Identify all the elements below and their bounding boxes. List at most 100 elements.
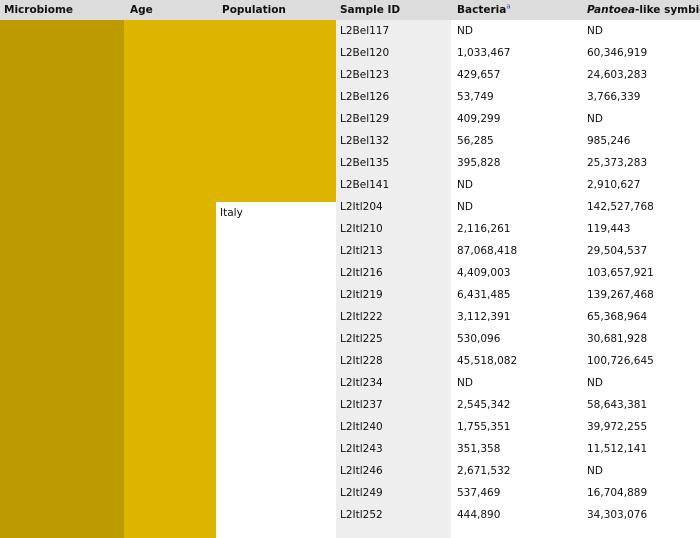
cell-pantoea-symbiont: 100,726,645 (587, 355, 654, 367)
header-age: Age (130, 4, 153, 16)
cell-sample-id: L2Bel123 (340, 69, 390, 81)
header-pantoea: Pantoea-like symbiontb (587, 0, 700, 20)
cell-bacteria: 2,671,532 (457, 465, 511, 477)
cell-bacteria: 6,431,485 (457, 289, 511, 301)
cell-bacteria: 1,033,467 (457, 47, 511, 59)
table-row: L2Itl225 530,096 30,681,928 (0, 328, 700, 350)
cell-bacteria: ND (457, 201, 473, 213)
cell-sample-id: L2Itl252 (340, 509, 383, 521)
cell-bacteria: 2,545,342 (457, 399, 511, 411)
cell-pantoea-symbiont: 103,657,921 (587, 267, 654, 279)
cell-pantoea-symbiont: 29,504,537 (587, 245, 648, 257)
cell-sample-id: L2Itl216 (340, 267, 383, 279)
cell-pantoea-symbiont: 139,267,468 (587, 289, 654, 301)
cell-pantoea-symbiont: 65,368,964 (587, 311, 648, 323)
cell-pantoea-symbiont: ND (587, 377, 603, 389)
table-row: L2Itl210 2,116,261 119,443 (0, 218, 700, 240)
cell-bacteria: 1,755,351 (457, 421, 511, 433)
cell-sample-id: L2Itl243 (340, 443, 383, 455)
cell-pantoea-symbiont: 142,527,768 (587, 201, 654, 213)
cell-sample-id: L2Itl246 (340, 465, 383, 477)
cell-pantoea-symbiont: 25,373,283 (587, 157, 648, 169)
header-pantoea-suffix: -like symbiont (635, 4, 700, 16)
cell-sample-id: L2Bel132 (340, 135, 390, 147)
table-row: L2Bel141 ND 2,910,627 (0, 174, 700, 196)
cell-sample-id: L2Itl237 (340, 399, 383, 411)
cell-pantoea-symbiont: 34,303,076 (587, 509, 648, 521)
cell-pantoea-symbiont: ND (587, 113, 603, 125)
cell-bacteria: 444,890 (457, 509, 501, 521)
cell-bacteria: 53,749 (457, 91, 494, 103)
cell-pantoea-symbiont: 30,681,928 (587, 333, 648, 345)
cell-bacteria: ND (457, 377, 473, 389)
table-row: L2Itl249 537,469 16,704,889 (0, 482, 700, 504)
table-row: L2Bel117 ND ND (0, 20, 700, 42)
cell-pantoea-symbiont: 39,972,255 (587, 421, 648, 433)
cell-pantoea-symbiont: 985,246 (587, 135, 631, 147)
table-row: L2Bel120 1,033,467 60,346,919 (0, 42, 700, 64)
cell-pantoea-symbiont: 24,603,283 (587, 69, 648, 81)
cell-pantoea-symbiont: 119,443 (587, 223, 631, 235)
cell-bacteria: 530,096 (457, 333, 501, 345)
table-row: L2Itl237 2,545,342 58,643,381 (0, 394, 700, 416)
cell-bacteria: ND (457, 25, 473, 37)
header-sample-id: Sample ID (340, 4, 401, 16)
cell-bacteria: 4,409,003 (457, 267, 511, 279)
cell-pantoea-symbiont: 16,704,889 (587, 487, 648, 499)
cell-bacteria: 429,657 (457, 69, 501, 81)
table-row: L2Bel132 56,285 985,246 (0, 130, 700, 152)
cell-sample-id: L2Bel135 (340, 157, 390, 169)
cell-sample-id: L2Bel117 (340, 25, 390, 37)
table-row: L2Itl246 2,671,532 ND (0, 460, 700, 482)
cell-bacteria: 395,828 (457, 157, 501, 169)
table-row: L2Itl216 4,409,003 103,657,921 (0, 262, 700, 284)
header-bacteria: Bacteriaa (457, 0, 511, 20)
cell-bacteria: 409,299 (457, 113, 501, 125)
cell-pantoea-symbiont: 2,910,627 (587, 179, 641, 191)
table-row: L2Bel123 429,657 24,603,283 (0, 64, 700, 86)
cell-bacteria: 56,285 (457, 135, 494, 147)
cell-sample-id: L2Bel120 (340, 47, 390, 59)
table-row: L2Itl219 6,431,485 139,267,468 (0, 284, 700, 306)
header-population: Population (222, 4, 286, 16)
cell-bacteria: 87,068,418 (457, 245, 518, 257)
footnote-marker-a[interactable]: a (506, 3, 510, 11)
cell-sample-id: L2Bel129 (340, 113, 390, 125)
cell-sample-id: L2Itl213 (340, 245, 383, 257)
cell-sample-id: L2Itl222 (340, 311, 383, 323)
cell-sample-id: L2Itl228 (340, 355, 383, 367)
table-row: L2Bel129 409,299 ND (0, 108, 700, 130)
cell-sample-id: L2Itl225 (340, 333, 383, 345)
cell-pantoea-symbiont: ND (587, 465, 603, 477)
cell-pantoea-symbiont: 60,346,919 (587, 47, 648, 59)
cell-bacteria: 537,469 (457, 487, 501, 499)
cell-sample-id: L2Bel141 (340, 179, 390, 191)
cell-pantoea-symbiont: 11,512,141 (587, 443, 648, 455)
table-row: L2Itl222 3,112,391 65,368,964 (0, 306, 700, 328)
table-row: L2Bel135 395,828 25,373,283 (0, 152, 700, 174)
table-row: L2Itl240 1,755,351 39,972,255 (0, 416, 700, 438)
cell-sample-id: L2Itl210 (340, 223, 383, 235)
data-table: Microbiome Age Population Sample ID Bact… (0, 0, 700, 538)
table-row: L2Itl204 ND 142,527,768 (0, 196, 700, 218)
cell-sample-id: L2Itl219 (340, 289, 383, 301)
cell-sample-id: L2Itl234 (340, 377, 383, 389)
table-row: L2Itl243 351,358 11,512,141 (0, 438, 700, 460)
table-row: L2Itl228 45,518,082 100,726,645 (0, 350, 700, 372)
cell-bacteria: 45,518,082 (457, 355, 518, 367)
cell-pantoea-symbiont: 58,643,381 (587, 399, 648, 411)
cell-pantoea-symbiont: ND (587, 25, 603, 37)
cell-bacteria: 2,116,261 (457, 223, 511, 235)
table-row: L2Bel126 53,749 3,766,339 (0, 86, 700, 108)
table-row: L2Itl234 ND ND (0, 372, 700, 394)
cell-bacteria: 3,112,391 (457, 311, 511, 323)
header-pantoea-genus: Pantoea (587, 4, 636, 16)
table-header: Microbiome Age Population Sample ID Bact… (0, 0, 700, 20)
cell-sample-id: L2Bel126 (340, 91, 390, 103)
cell-bacteria: ND (457, 179, 473, 191)
header-microbiome: Microbiome (4, 4, 74, 16)
cell-sample-id: L2Itl204 (340, 201, 383, 213)
header-bacteria-label: Bacteria (457, 4, 507, 16)
table-row: L2Itl252 444,890 34,303,076 (0, 504, 700, 526)
cell-sample-id: L2Itl249 (340, 487, 383, 499)
